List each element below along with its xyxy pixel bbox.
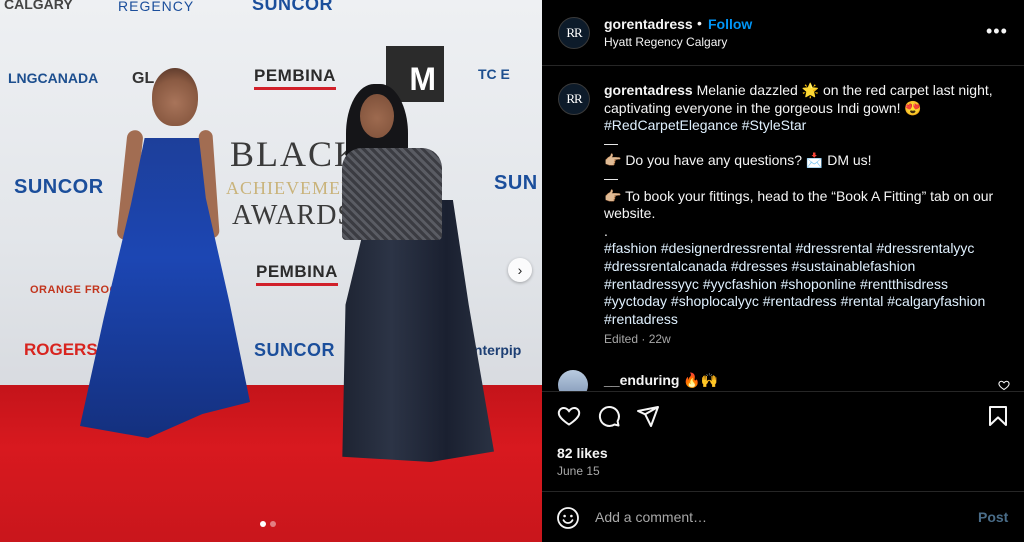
sponsor-logo-suncor-bottom: SUNCOR xyxy=(254,340,336,360)
sponsor-logo-calgary: CALGARY xyxy=(4,0,73,12)
sponsor-logo-lng-canada: LNGCANADA xyxy=(8,70,99,86)
post-comment-button[interactable]: Post xyxy=(978,509,1008,525)
award-title-awards: AWARDS xyxy=(232,200,354,231)
save-bookmark-icon[interactable] xyxy=(986,404,1010,433)
comment-username[interactable]: __enduring xyxy=(604,372,679,388)
woman-black-gown-top xyxy=(342,148,442,240)
like-heart-icon[interactable] xyxy=(557,404,581,433)
edited-timestamp: Edited · 22w xyxy=(604,332,671,346)
share-send-icon[interactable] xyxy=(636,404,660,433)
sponsor-logo-gl: GL xyxy=(132,70,155,87)
caption-text: gorentadress Melanie dazzled 🌟 on the re… xyxy=(604,82,1004,328)
post-side-panel: RR gorentadress • Follow Hyatt Regency C… xyxy=(542,0,1024,542)
carousel-dot xyxy=(270,521,276,527)
post-photo[interactable]: CALGARY REGENCY SUNCOR LNGCANADA GL PEMB… xyxy=(0,0,542,542)
sponsor-logo-tc-energy: TC E xyxy=(478,66,510,82)
woman-black-gown-head xyxy=(360,94,394,138)
comment-like-heart-icon[interactable] xyxy=(998,378,1010,391)
carousel-dot-active xyxy=(260,521,266,527)
caption-dot: . xyxy=(604,222,608,239)
caption-booking: 👉🏼 To book your fittings, head to the “B… xyxy=(604,187,998,222)
comment-text: 🔥🙌 xyxy=(683,372,719,388)
sponsor-logo-interpipe: interpip xyxy=(470,342,522,358)
sponsor-logo-rogers: ROGERS xyxy=(24,340,98,359)
comment-input[interactable] xyxy=(595,506,965,528)
sponsor-logo-suncor-right: SUN xyxy=(494,172,538,194)
profile-avatar[interactable]: RR xyxy=(558,17,590,49)
sponsor-logo-pembina-mid: PEMBINA xyxy=(256,262,338,286)
woman-blue-gown-head xyxy=(152,68,198,126)
sponsor-logo-orange-frog: ORANGE FROG xyxy=(30,284,119,296)
sponsor-logo-suncor-left: SUNCOR xyxy=(14,176,104,198)
carousel-dots xyxy=(260,521,276,527)
more-options-icon[interactable]: ••• xyxy=(986,22,1008,40)
location-link[interactable]: Hyatt Regency Calgary xyxy=(604,35,727,49)
emoji-picker-icon[interactable] xyxy=(556,506,580,535)
comment-row: __enduring 🔥🙌 xyxy=(604,372,718,389)
caption-avatar[interactable]: RR xyxy=(558,83,590,115)
comment-bubble-icon[interactable] xyxy=(597,404,621,433)
sponsor-logo-regency: REGENCY xyxy=(118,0,195,14)
caption-hashtags[interactable]: #fashion #designerdressrental #dressrent… xyxy=(604,240,989,326)
caption-divider: — xyxy=(604,134,618,151)
sponsor-logo-pembina: PEMBINA xyxy=(254,66,336,90)
commenter-avatar[interactable] xyxy=(558,370,588,391)
header-separator: • xyxy=(697,15,702,31)
caption-question: 👉🏼 Do you have any questions? 📩 DM us! xyxy=(604,152,872,169)
caption-divider: — xyxy=(604,169,618,186)
caption-scroll-area[interactable]: RR gorentadress Melanie dazzled 🌟 on the… xyxy=(542,66,1024,391)
post-header: RR gorentadress • Follow Hyatt Regency C… xyxy=(542,0,1024,66)
follow-button[interactable]: Follow xyxy=(708,16,752,32)
add-comment-bar: Post xyxy=(542,491,1024,542)
caption-username[interactable]: gorentadress xyxy=(604,82,693,98)
header-username[interactable]: gorentadress xyxy=(604,16,693,32)
sponsor-logo-suncor: SUNCOR xyxy=(252,0,334,14)
likes-count[interactable]: 82 likes xyxy=(557,445,608,461)
post-date: June 15 xyxy=(557,464,600,478)
post-actions: 82 likes June 15 xyxy=(542,391,1024,491)
caption-tags[interactable]: #RedCarpetElegance #StyleStar xyxy=(604,117,806,133)
carousel-next-button[interactable]: › xyxy=(508,258,532,282)
